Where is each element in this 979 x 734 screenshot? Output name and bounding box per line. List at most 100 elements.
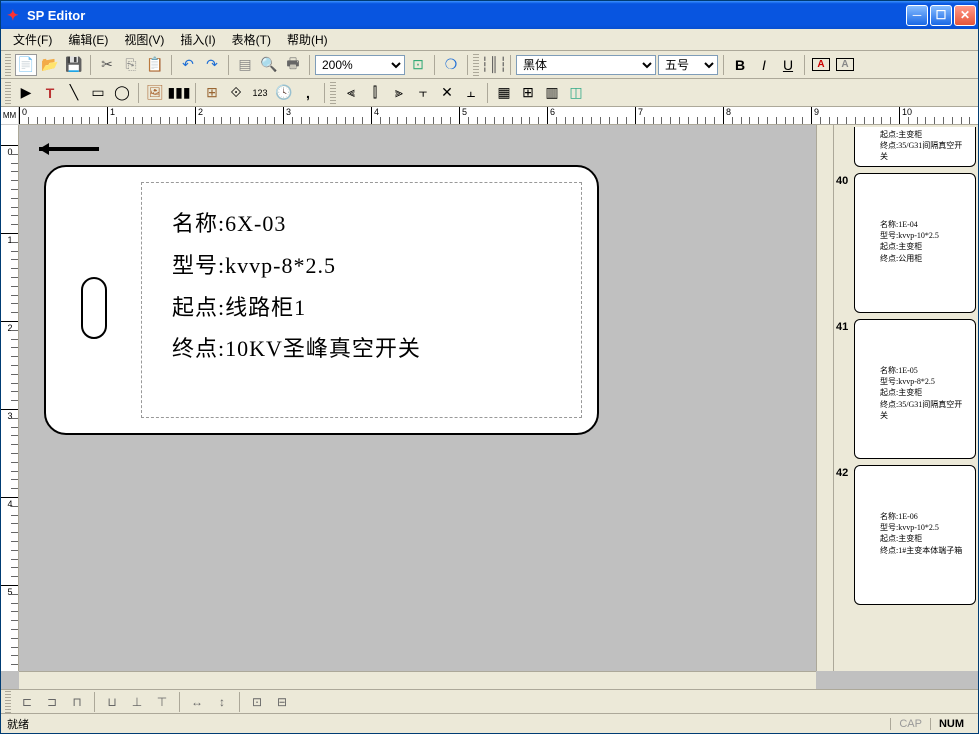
dist-v-button[interactable]: ↕ [211,692,233,712]
thumbnail-card[interactable]: 起点:主变柜终点:35/G31间隔真空开关 [854,127,976,167]
cap-indicator: CAP [890,718,930,730]
align-l-button[interactable]: ⊏ [16,692,38,712]
label-card[interactable]: 名称:6X-03 型号:kvvp-8*2.5 起点:线路柜1 终点:10KV圣峰… [44,165,599,435]
align-c-button[interactable]: ⊐ [41,692,63,712]
comma-tool[interactable]: , [297,82,319,104]
save-button[interactable]: 💾 [63,54,85,76]
thumbnail-number [836,127,854,129]
undo-button[interactable]: ↶ [177,54,199,76]
label-text-frame[interactable]: 名称:6X-03 型号:kvvp-8*2.5 起点:线路柜1 终点:10KV圣峰… [141,182,582,418]
toolbar-grip[interactable] [5,54,11,76]
align-m-button[interactable]: ⊥ [126,692,148,712]
direction-arrow-icon [39,147,99,151]
font-combo[interactable]: 黑体 [516,55,656,75]
canvas-vertical-scrollbar[interactable] [816,125,833,671]
redo-button[interactable]: ↷ [201,54,223,76]
label-row-start[interactable]: 起点:线路柜1 [172,287,571,329]
menu-help[interactable]: 帮助(H) [279,29,336,50]
borders-button[interactable]: ▥ [541,82,563,104]
menu-view[interactable]: 视图(V) [116,29,172,50]
titlebar: ✦ SP Editor ─ ☐ ✕ [1,1,978,29]
close-button[interactable]: ✕ [954,5,976,26]
menubar: 文件(F) 编辑(E) 视图(V) 插入(I) 表格(T) 帮助(H) [1,29,978,51]
align-top-button[interactable]: ⫟ [412,82,434,104]
thumbnail-card[interactable]: 名称:1E-04型号:kvvp-10*2.5起点:主变柜终点:公用柜 [854,173,976,313]
cut-button[interactable]: ✂ [96,54,118,76]
open-button[interactable]: 📂 [39,54,61,76]
vertical-ruler[interactable]: 01234567 [1,125,19,671]
line-tool[interactable]: ╲ [63,82,85,104]
rect-tool[interactable]: ▭ [87,82,109,104]
barcode-tool[interactable]: ▮▮▮ [168,82,190,104]
align-t-button[interactable]: ⊔ [101,692,123,712]
thumbnail-card[interactable]: 名称:1E-06型号:kvvp-10*2.5起点:主变柜终点:1#主变本体端子箱 [854,465,976,605]
select-area-tool[interactable]: ⟐ [225,82,247,104]
number-tool[interactable]: 123 [249,82,271,104]
toolbar-grip-3[interactable] [5,82,11,104]
thumbnail-item[interactable]: 41名称:1E-05型号:kvvp-8*2.5起点:主变柜终点:35/G31间隔… [836,319,976,459]
align-center-h-button[interactable]: ⫿ [364,82,386,104]
thumbnail-number: 42 [836,465,854,479]
align-left-button[interactable]: ⫷ [340,82,362,104]
menu-file[interactable]: 文件(F) [5,29,60,50]
menu-table[interactable]: 表格(T) [224,29,279,50]
toolbar-grip-2[interactable] [473,54,479,76]
font-color-button[interactable]: A [810,54,832,76]
print-preview-button[interactable]: 🔍 [258,54,280,76]
zoom-combo[interactable]: 200% [315,55,405,75]
grid-button[interactable]: ⊞ [517,82,539,104]
group-button[interactable]: ⊡ [246,692,268,712]
text-tool[interactable]: T [39,82,61,104]
print-button[interactable]: 🖶 [282,54,304,76]
time-tool[interactable]: 🕓 [273,82,295,104]
zoom-fit-button[interactable]: ⊡ [407,54,429,76]
thumbnail-card[interactable]: 名称:1E-05型号:kvvp-8*2.5起点:主变柜终点:35/G31间隔真空… [854,319,976,459]
align-r-button[interactable]: ⊓ [66,692,88,712]
thumbnail-panel[interactable]: 起点:主变柜终点:35/G31间隔真空开关40名称:1E-04型号:kvvp-1… [833,125,978,671]
align-b-button[interactable]: ⊤ [151,692,173,712]
copy-button[interactable]: ⎘ [120,54,142,76]
page-setup-button[interactable]: ▤ [234,54,256,76]
table-button[interactable]: ▦ [493,82,515,104]
align-right-button[interactable]: ⫸ [388,82,410,104]
status-text: 就绪 [7,716,890,732]
horizontal-ruler[interactable]: 012345678910 [19,107,978,125]
thumbnail-item[interactable]: 40名称:1E-04型号:kvvp-10*2.5起点:主变柜终点:公用柜 [836,173,976,313]
thumbnail-item[interactable]: 42名称:1E-06型号:kvvp-10*2.5起点:主变柜终点:1#主变本体端… [836,465,976,605]
thumbnail-item[interactable]: 起点:主变柜终点:35/G31间隔真空开关 [836,127,976,167]
maximize-button[interactable]: ☐ [930,5,952,26]
bold-button[interactable]: B [729,54,751,76]
label-row-name[interactable]: 名称:6X-03 [172,203,571,245]
help-button[interactable]: ❍ [440,54,462,76]
new-button[interactable]: 📄 [15,54,37,76]
ungroup-button[interactable]: ⊟ [271,692,293,712]
menu-insert[interactable]: 插入(I) [172,29,223,50]
size-combo[interactable]: 五号 [658,55,718,75]
toolbar-grip-5[interactable] [5,691,11,713]
label-row-end[interactable]: 终点:10KV圣峰真空开关 [172,328,571,370]
label-row-model[interactable]: 型号:kvvp-8*2.5 [172,245,571,287]
bottom-toolbar: ⊏ ⊐ ⊓ ⊔ ⊥ ⊤ ↔ ↕ ⊡ ⊟ [1,689,978,713]
thumbnail-number: 40 [836,173,854,187]
props-button[interactable]: ◫ [565,82,587,104]
highlight-button[interactable]: A [834,54,856,76]
horizontal-scrollbar[interactable] [19,671,816,689]
paste-button[interactable]: 📋 [144,54,166,76]
toolbar-objects: ▶ T ╲ ▭ ◯ 🖼 ▮▮▮ ⊞ ⟐ 123 🕓 , ⫷ ⫿ ⫸ ⫟ ✕ ⫠ … [1,79,978,107]
toolbar-grip-4[interactable] [330,82,336,104]
align-bottom-button[interactable]: ⫠ [460,82,482,104]
ellipse-tool[interactable]: ◯ [111,82,133,104]
image-tool[interactable]: 🖼 [144,82,166,104]
menu-edit[interactable]: 编辑(E) [60,29,116,50]
statusbar: 就绪 CAP NUM [1,713,978,733]
canvas[interactable]: 名称:6X-03 型号:kvvp-8*2.5 起点:线路柜1 终点:10KV圣峰… [19,125,816,671]
dist-h-button[interactable]: ↔ [186,692,208,712]
pointer-tool[interactable]: ▶ [15,82,37,104]
minimize-button[interactable]: ─ [906,5,928,26]
underline-button[interactable]: U [777,54,799,76]
italic-button[interactable]: I [753,54,775,76]
field-tool[interactable]: ⊞ [201,82,223,104]
align-middle-button[interactable]: ✕ [436,82,458,104]
label-hole [81,277,107,339]
ruler-toggle-button[interactable]: ┆║┆ [483,54,505,76]
